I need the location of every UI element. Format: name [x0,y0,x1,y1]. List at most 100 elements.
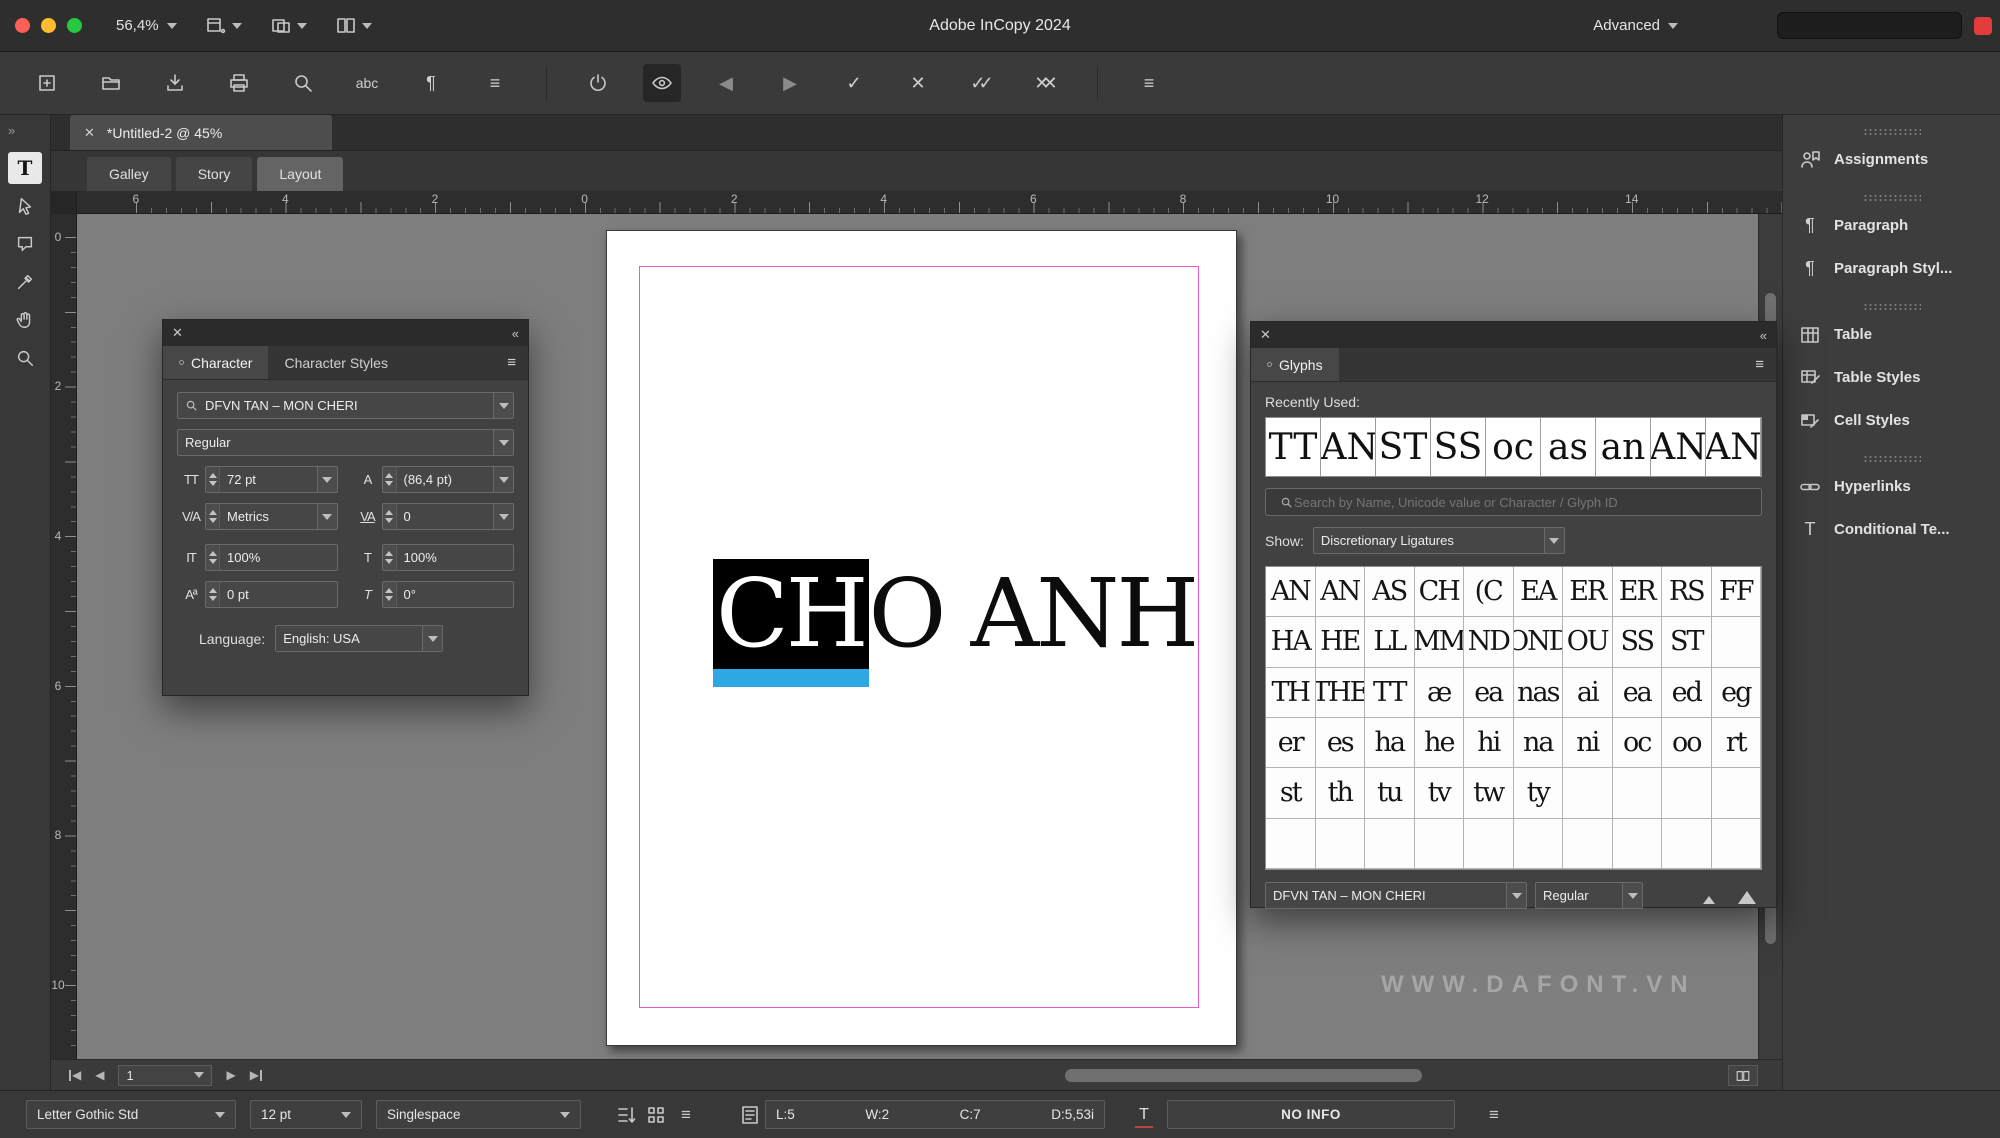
glyph-cell[interactable]: LL [1365,617,1415,667]
glyphs-panel-header[interactable]: ✕ « [1251,322,1776,348]
dock-item-table-styles[interactable]: Table Styles [1783,356,2000,399]
horizontal-scrollbar-thumb[interactable] [1065,1069,1422,1082]
glyph-cell[interactable]: FF [1712,567,1762,617]
vertical-ruler[interactable]: 0246810 [51,214,77,1059]
font-family-dropdown[interactable]: DFVN TAN – MON CHERI [177,392,514,419]
close-panel-icon[interactable]: ✕ [172,325,183,341]
glyph-cell[interactable] [1563,819,1613,869]
recent-glyph-cell[interactable]: as [1541,418,1596,476]
glyph-cell[interactable]: AN [1316,567,1366,617]
glyph-cell[interactable]: AS [1365,567,1415,617]
first-page-button[interactable]: ◀ [69,1068,81,1082]
recent-glyph-cell[interactable]: AN [1706,418,1761,476]
dock-grip[interactable] [1863,128,1921,135]
stepper[interactable] [383,582,397,607]
maximize-window-button[interactable] [67,18,82,33]
list-view-button[interactable]: ≡ [671,1105,701,1125]
glyph-cell[interactable]: OU [1563,617,1613,667]
dropdown-chevron[interactable] [1622,883,1642,908]
glyph-cell[interactable]: tu [1365,768,1415,818]
dock-item-paragraph[interactable]: ¶ Paragraph [1783,204,2000,247]
story-text[interactable]: CHO ANH [713,561,1196,667]
vertical-scale-field[interactable]: 100% [205,544,338,571]
glyph-cell[interactable]: ER [1613,567,1663,617]
glyph-cell[interactable] [1365,819,1415,869]
tab-glyphs[interactable]: Glyphs [1251,348,1339,381]
save-button[interactable] [156,64,194,102]
status-spacing-dropdown[interactable]: Singlespace [376,1100,581,1129]
dropdown-chevron[interactable] [422,626,442,651]
status-size-dropdown[interactable]: 12 pt [250,1100,362,1129]
glyph-cell[interactable]: th [1316,768,1366,818]
glyph-cell[interactable]: HA [1266,617,1316,667]
glyph-cell[interactable]: tv [1415,768,1465,818]
glyph-cell[interactable] [1316,819,1366,869]
toolbar-overflow-menu-button[interactable]: ≡ [1130,64,1168,102]
check-in-all-button[interactable]: ✓✓ [963,64,1001,102]
page-number-dropdown[interactable]: 1 [118,1065,212,1086]
zoom-level-dropdown[interactable]: 56,4% [116,17,177,34]
glyph-cell[interactable] [1613,819,1663,869]
stepper[interactable] [383,545,397,570]
glyph-cell[interactable]: EA [1514,567,1564,617]
hand-tool[interactable] [8,304,42,336]
titlebar-search-input[interactable] [1777,12,1962,39]
glyph-font-dropdown[interactable]: DFVN TAN – MON CHERI [1265,882,1527,909]
baseline-shift-field[interactable]: 0 pt [205,581,338,608]
arrange-documents-dropdown[interactable] [335,15,372,37]
stepper[interactable] [206,582,220,607]
cancel-checkout-button[interactable]: ✕ [899,64,937,102]
dock-grip[interactable] [1863,303,1921,310]
tab-story[interactable]: Story [176,157,253,191]
glyph-cell[interactable]: AN [1266,567,1316,617]
stepper[interactable] [383,504,397,529]
stepper[interactable] [206,467,220,492]
glyph-cell[interactable]: er [1266,718,1316,768]
spread-view-button[interactable] [1728,1065,1758,1086]
zoom-tool[interactable] [8,342,42,374]
find-button[interactable] [284,64,322,102]
larger-glyphs-button[interactable] [1732,884,1762,908]
show-hidden-characters-button[interactable]: ¶ [412,64,450,102]
expand-panel-icon[interactable]: » [8,123,15,138]
font-size-field[interactable]: 72 pt [205,466,338,493]
recent-glyph-cell[interactable]: AN [1651,418,1706,476]
font-style-dropdown[interactable]: Regular [177,429,514,456]
preview-button[interactable] [643,64,681,102]
dropdown-chevron[interactable] [493,504,513,529]
dropdown-chevron[interactable] [493,430,513,455]
glyph-cell[interactable]: eg [1712,668,1762,718]
glyph-cell[interactable]: rt [1712,718,1762,768]
line-spacing-button[interactable] [611,1104,641,1126]
close-panel-icon[interactable]: ✕ [1260,327,1271,343]
recent-glyph-cell[interactable]: oc [1486,418,1541,476]
glyph-cell[interactable]: (C [1464,567,1514,617]
type-tool[interactable]: T [8,152,42,184]
cancel-all-checkout-button[interactable]: ✕✕ [1027,64,1065,102]
dock-item-hyperlinks[interactable]: Hyperlinks [1783,465,2000,508]
dock-item-table[interactable]: Table [1783,313,2000,356]
open-document-button[interactable] [92,64,130,102]
dock-grip[interactable] [1863,194,1921,201]
position-tool[interactable] [8,190,42,222]
stepper[interactable] [206,545,220,570]
glyph-cell[interactable] [1712,617,1762,667]
glyph-cell[interactable]: CH [1415,567,1465,617]
glyph-cell[interactable]: ha [1365,718,1415,768]
collapse-panel-icon[interactable]: « [1760,328,1767,343]
copyfit-info-button[interactable] [735,1104,765,1126]
toolbar-menu-button[interactable]: ≡ [476,64,514,102]
glyph-cell[interactable]: TT [1365,668,1415,718]
glyph-cell[interactable] [1613,768,1663,818]
dropdown-chevron[interactable] [317,467,337,492]
recent-glyph-cell[interactable]: ST [1376,418,1431,476]
dock-item-paragraph-styles[interactable]: ¶ Paragraph Styl... [1783,247,2000,290]
close-tab-icon[interactable]: ✕ [84,125,95,141]
check-in-button[interactable]: ✓ [835,64,873,102]
tab-galley[interactable]: Galley [87,157,171,191]
panel-menu-button[interactable]: ≡ [495,346,528,379]
horizontal-scale-field[interactable]: 100% [382,544,515,571]
glyph-cell[interactable]: æ [1415,668,1465,718]
glyph-cell[interactable]: tw [1464,768,1514,818]
dock-item-cell-styles[interactable]: Cell Styles [1783,399,2000,442]
